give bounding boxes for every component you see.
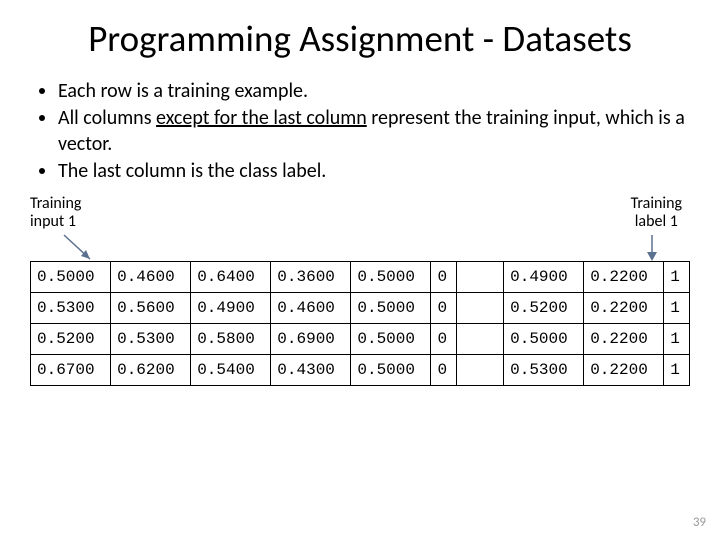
text: All columns (58, 106, 156, 130)
cell: 0.5300 (504, 354, 584, 385)
cell-ellipsis (457, 261, 504, 292)
cell: 0 (431, 354, 457, 385)
text-underline: except for the last column (156, 106, 367, 130)
bullet-item: The last column is the class label. (58, 159, 690, 185)
cell: 0.5000 (504, 323, 584, 354)
table-row: 0.5000 0.4600 0.6400 0.3600 0.5000 0 0.4… (31, 261, 690, 292)
bullet-item: Each row is a training example. (58, 79, 690, 105)
cell: 0.5200 (31, 323, 111, 354)
text: Training (631, 194, 682, 213)
arrow-icon (60, 233, 100, 267)
page-title: Programming Assignment - Datasets (30, 18, 690, 61)
cell: 0.6200 (111, 354, 191, 385)
table-row: 0.5200 0.5300 0.5800 0.6900 0.5000 0 0.5… (31, 323, 690, 354)
cell: 0 (431, 292, 457, 323)
cell-label: 1 (664, 323, 690, 354)
cell: 0.2200 (584, 323, 664, 354)
cell: 0.5600 (111, 292, 191, 323)
data-table: 0.5000 0.4600 0.6400 0.3600 0.5000 0 0.4… (30, 261, 690, 386)
cell-label: 1 (664, 354, 690, 385)
cell-label: 1 (664, 292, 690, 323)
slide: Programming Assignment - Datasets Each r… (0, 0, 720, 540)
bullet-list: Each row is a training example. All colu… (36, 79, 690, 185)
cell: 0.5300 (111, 323, 191, 354)
bullet-item: All columns except for the last column r… (58, 106, 690, 157)
cell: 0 (431, 323, 457, 354)
arrow-icon (640, 233, 670, 267)
cell: 0.5800 (191, 323, 271, 354)
cell: 0.6700 (31, 354, 111, 385)
cell: 0.4600 (271, 292, 351, 323)
cell-ellipsis (457, 323, 504, 354)
table-row: 0.6700 0.6200 0.5400 0.4300 0.5000 0 0.5… (31, 354, 690, 385)
cell: 0.4600 (111, 261, 191, 292)
text: Training (30, 194, 81, 213)
text: label 1 (635, 212, 678, 231)
cell: 0.5400 (191, 354, 271, 385)
cell: 0.4900 (191, 292, 271, 323)
cell: 0.2200 (584, 354, 664, 385)
cell: 0.6900 (271, 323, 351, 354)
table-row: 0.5300 0.5600 0.4900 0.4600 0.5000 0 0.5… (31, 292, 690, 323)
cell: 0.5200 (504, 292, 584, 323)
cell: 0.6400 (191, 261, 271, 292)
annotations: Training input 1 Training label 1 (30, 195, 690, 261)
cell-ellipsis (457, 292, 504, 323)
cell: 0 (431, 261, 457, 292)
cell: 0.5300 (31, 292, 111, 323)
cell: 0.5000 (351, 261, 431, 292)
anno-training-input-1: Training input 1 (30, 195, 81, 232)
cell: 0.5000 (351, 292, 431, 323)
cell: 0.4300 (271, 354, 351, 385)
table-body: 0.5000 0.4600 0.6400 0.3600 0.5000 0 0.4… (31, 261, 690, 385)
anno-training-label-1: Training label 1 (631, 195, 682, 232)
text: input 1 (30, 212, 76, 231)
cell-ellipsis (457, 354, 504, 385)
cell: 0.4900 (504, 261, 584, 292)
cell: 0.5000 (351, 354, 431, 385)
cell: 0.5000 (351, 323, 431, 354)
cell: 0.2200 (584, 292, 664, 323)
slide-number: 39 (693, 515, 706, 530)
cell: 0.3600 (271, 261, 351, 292)
